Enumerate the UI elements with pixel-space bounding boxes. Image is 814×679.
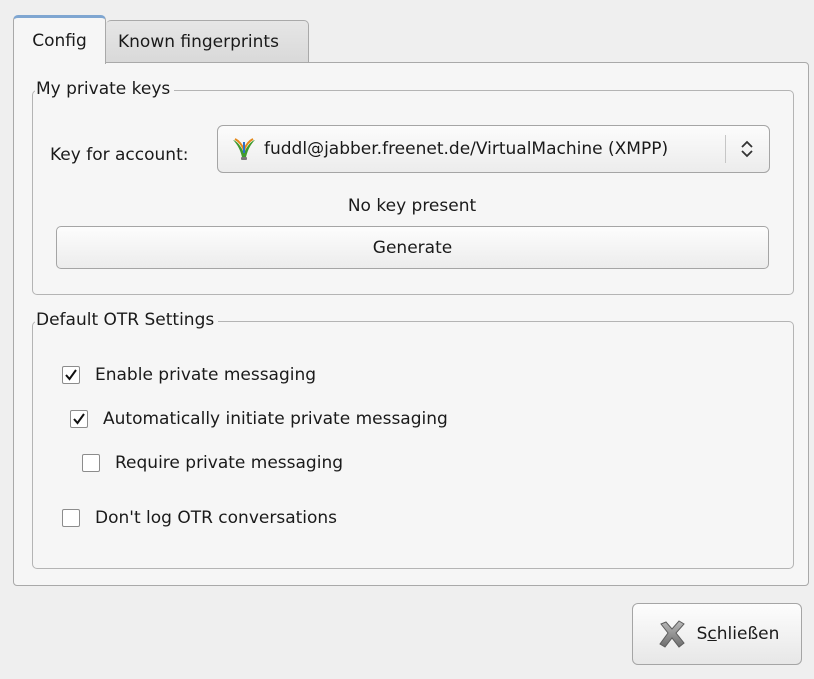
dont-log-otr-option[interactable]: Don't log OTR conversations [62, 508, 337, 528]
private-keys-group-title: My private keys [35, 78, 175, 100]
up-down-chevron-icon [737, 138, 757, 160]
key-status-text: No key present [347, 196, 477, 216]
combo-separator [725, 135, 726, 163]
enable-private-messaging-label: Enable private messaging [95, 365, 317, 385]
auto-initiate-label: Automatically initiate private messaging [103, 409, 448, 429]
tab-known-fingerprints-label: Known fingerprints [118, 31, 279, 52]
tab-config-label: Config [32, 31, 87, 51]
account-select[interactable]: fuddl@jabber.freenet.de/VirtualMachine (… [217, 125, 770, 173]
key-for-account-label: Key for account: [50, 145, 189, 165]
require-private-messaging-checkbox[interactable] [82, 454, 100, 472]
jabber-bulb-icon [231, 136, 257, 162]
close-x-icon [655, 619, 689, 649]
tab-known-fingerprints[interactable]: Known fingerprints [106, 20, 309, 62]
otr-settings-group: Default OTR Settings [32, 309, 794, 569]
close-button[interactable]: Schließen [632, 603, 802, 665]
close-button-label: Schließen [696, 624, 780, 644]
dont-log-otr-checkbox[interactable] [62, 509, 80, 527]
account-select-value: fuddl@jabber.freenet.de/VirtualMachine (… [264, 139, 669, 159]
generate-button[interactable]: Generate [56, 226, 769, 269]
generate-button-label: Generate [372, 237, 453, 258]
dont-log-otr-label: Don't log OTR conversations [95, 508, 338, 528]
require-private-messaging-option[interactable]: Require private messaging [82, 453, 343, 473]
auto-initiate-checkbox[interactable] [70, 410, 88, 428]
tab-config[interactable]: Config [13, 15, 106, 64]
require-private-messaging-label: Require private messaging [115, 453, 344, 473]
enable-private-messaging-option[interactable]: Enable private messaging [62, 365, 316, 385]
config-tab-panel: My private keys Key for account: fuddl@j… [13, 62, 809, 586]
enable-private-messaging-checkbox[interactable] [62, 366, 80, 384]
auto-initiate-option[interactable]: Automatically initiate private messaging [70, 409, 448, 429]
otr-settings-group-title: Default OTR Settings [35, 309, 219, 331]
